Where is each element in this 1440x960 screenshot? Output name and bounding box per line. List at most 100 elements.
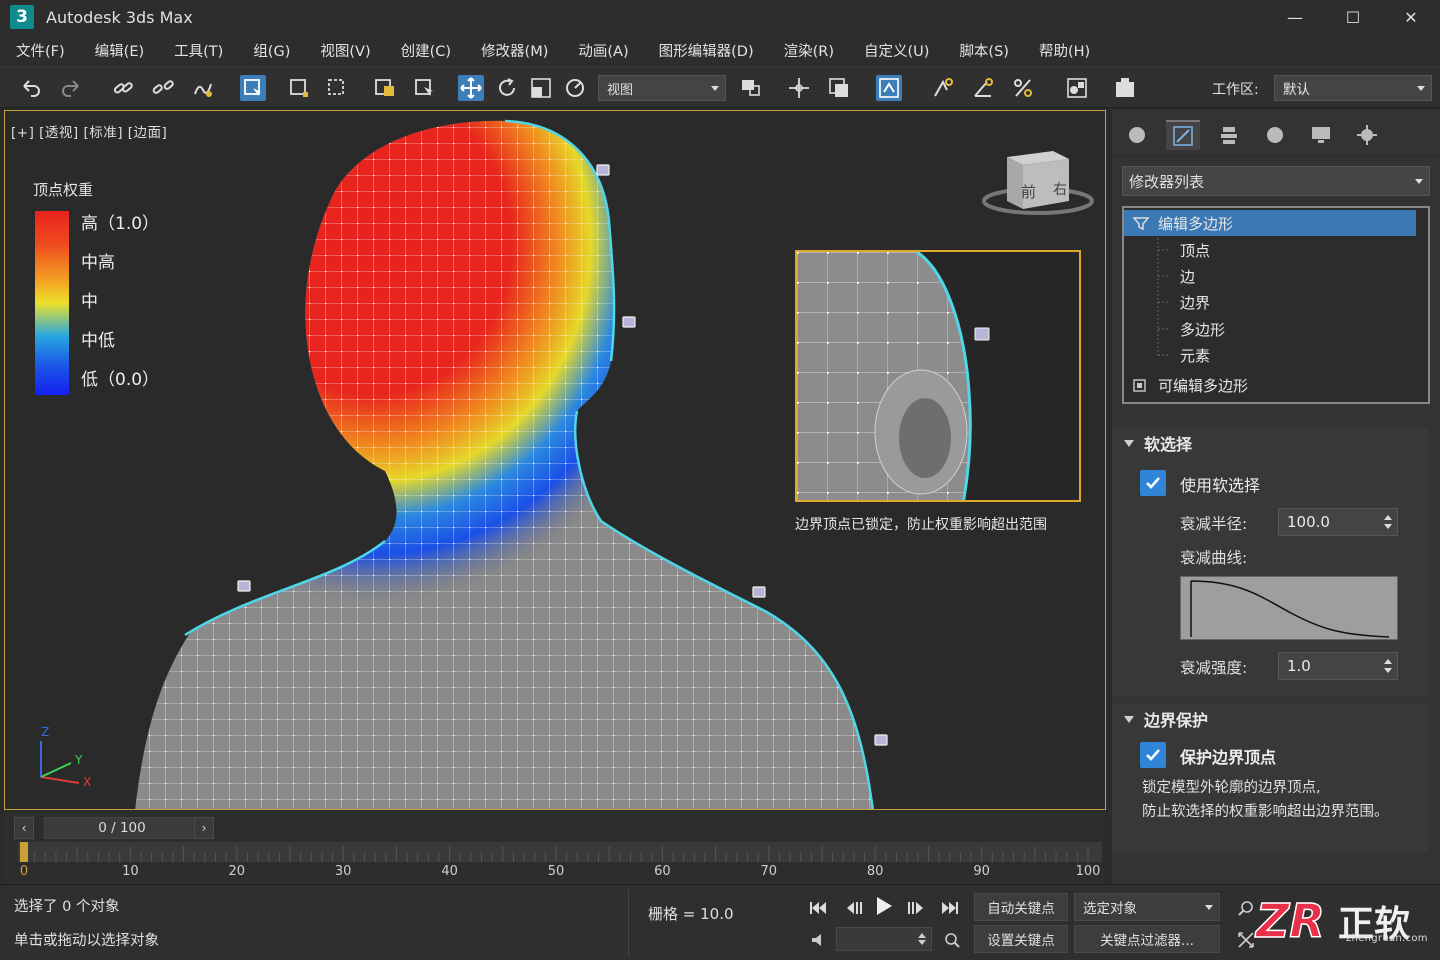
viewport-label[interactable]: [+] [透视] [标准] [边面] bbox=[11, 121, 167, 141]
unlink-icon[interactable] bbox=[150, 75, 176, 101]
utilities-icon bbox=[1357, 125, 1377, 145]
minimize-button[interactable]: — bbox=[1266, 0, 1324, 34]
tab-motion[interactable] bbox=[1258, 120, 1292, 150]
chevron-down-icon bbox=[1415, 179, 1423, 184]
close-button[interactable]: ✕ bbox=[1382, 0, 1440, 34]
tab-create[interactable] bbox=[1120, 120, 1154, 150]
workspace-dropdown[interactable]: 默认 bbox=[1274, 75, 1432, 101]
menu-help[interactable]: 帮助(H) bbox=[1039, 40, 1090, 61]
stack-item-edit-poly[interactable]: 编辑多边形 bbox=[1124, 210, 1416, 236]
falloff-strength-spinner[interactable]: 1.0 bbox=[1278, 652, 1398, 680]
menu-group[interactable]: 组(G) bbox=[253, 40, 290, 61]
move-icon[interactable] bbox=[458, 75, 484, 101]
boundary-protect-rollout: 边界保护 保护边界顶点 锁定模型外轮廓的边界顶点, 防止软选择的权重影响超出边界… bbox=[1112, 704, 1428, 852]
named-selection-icon[interactable] bbox=[1064, 75, 1090, 101]
status-divider bbox=[628, 889, 629, 957]
tab-modify[interactable] bbox=[1166, 120, 1200, 150]
soft-selection-header[interactable]: 软选择 bbox=[1112, 428, 1428, 458]
menu-animation[interactable]: 动画(A) bbox=[578, 40, 628, 61]
key-mode-icon[interactable] bbox=[804, 927, 832, 953]
selected-object-dropdown[interactable]: 选定对象 bbox=[1074, 893, 1220, 921]
tab-hierarchy[interactable] bbox=[1212, 120, 1246, 150]
selected-object-label: 选定对象 bbox=[1083, 901, 1137, 917]
set-key-button[interactable]: 设置关键点 bbox=[974, 925, 1068, 953]
boundary-protect-header[interactable]: 边界保护 bbox=[1112, 704, 1428, 734]
play-icon[interactable] bbox=[870, 893, 898, 919]
select-object-icon[interactable] bbox=[240, 75, 266, 101]
window-controls: — ☐ ✕ bbox=[1266, 0, 1440, 34]
time-slider-next-button[interactable]: › bbox=[194, 817, 214, 839]
snap-toggle-icon[interactable] bbox=[930, 75, 956, 101]
use-soft-selection-checkbox[interactable] bbox=[1140, 470, 1166, 496]
spinner-arrows-icon[interactable] bbox=[917, 931, 927, 947]
go-to-end-icon[interactable] bbox=[936, 895, 964, 921]
window-crossing-icon[interactable] bbox=[324, 75, 350, 101]
protect-boundary-checkbox[interactable] bbox=[1140, 742, 1166, 768]
modifier-list-dropdown[interactable]: 修改器列表 bbox=[1122, 166, 1430, 196]
next-frame-icon[interactable] bbox=[902, 895, 930, 921]
time-slider-prev-button[interactable]: ‹ bbox=[14, 817, 34, 839]
viewcube[interactable]: 前 右 bbox=[981, 143, 1095, 223]
viewcube-right-label[interactable]: 右 bbox=[1053, 179, 1067, 199]
rotate-icon[interactable] bbox=[494, 75, 520, 101]
maximize-button[interactable]: ☐ bbox=[1324, 0, 1382, 34]
current-frame-field[interactable] bbox=[836, 927, 932, 951]
menu-views[interactable]: 视图(V) bbox=[320, 40, 370, 61]
stack-item-editable-poly[interactable]: 可编辑多边形 bbox=[1124, 372, 1416, 398]
menu-create[interactable]: 创建(C) bbox=[401, 40, 451, 61]
select-region-icon[interactable] bbox=[286, 75, 312, 101]
chevron-down-icon bbox=[711, 86, 719, 91]
legend-label-mid-low: 中低 bbox=[81, 331, 115, 351]
menu-modifiers[interactable]: 修改器(M) bbox=[481, 40, 548, 61]
menu-rendering[interactable]: 渲染(R) bbox=[784, 40, 834, 61]
undo-icon[interactable] bbox=[18, 75, 44, 101]
previous-frame-icon[interactable] bbox=[840, 895, 868, 921]
auto-key-button[interactable]: 自动关键点 bbox=[974, 893, 1068, 921]
axis-y-label: Y bbox=[75, 753, 83, 767]
tab-utilities[interactable] bbox=[1350, 120, 1384, 150]
spinner-arrows-icon[interactable] bbox=[1383, 656, 1393, 676]
time-slider-track[interactable]: 0 / 100 bbox=[44, 817, 200, 839]
tab-display[interactable] bbox=[1304, 120, 1338, 150]
menu-scripting[interactable]: 脚本(S) bbox=[959, 40, 1009, 61]
angle-snap-icon[interactable] bbox=[970, 75, 996, 101]
align-icon[interactable] bbox=[876, 75, 902, 101]
viewcube-front-label[interactable]: 前 bbox=[1021, 181, 1036, 202]
time-config-icon[interactable] bbox=[938, 927, 966, 953]
render-setup-icon[interactable] bbox=[1112, 75, 1138, 101]
watermark-subtext: zhengruan.com bbox=[1346, 933, 1428, 944]
track-bar[interactable]: 0 10 20 30 40 50 60 70 80 90 100 bbox=[18, 842, 1102, 880]
menu-tools[interactable]: 工具(T) bbox=[174, 40, 223, 61]
time-slider[interactable]: ‹ 0 / 100 › bbox=[14, 817, 214, 839]
select-and-manipulate-icon[interactable] bbox=[412, 75, 438, 101]
menu-graph-editors[interactable]: 图形编辑器(D) bbox=[659, 40, 754, 61]
percent-snap-icon[interactable] bbox=[1010, 75, 1036, 101]
perspective-viewport[interactable]: Z Y X [+] [透视] [标准] [边面] 顶点权重 高（1.0） 中高 … bbox=[4, 110, 1106, 810]
use-pivot-icon[interactable] bbox=[738, 75, 764, 101]
scale-icon[interactable] bbox=[528, 75, 554, 101]
mirror-icon[interactable] bbox=[826, 75, 852, 101]
bind-spacewarp-icon[interactable] bbox=[190, 75, 216, 101]
go-to-start-icon[interactable] bbox=[804, 895, 832, 921]
track-bar-tick-label: 10 bbox=[122, 864, 139, 879]
menu-customize[interactable]: 自定义(U) bbox=[864, 40, 929, 61]
stack-item-edit-poly-label: 编辑多边形 bbox=[1158, 214, 1234, 233]
stack-sub-border-label: 边界 bbox=[1180, 293, 1211, 312]
link-icon[interactable] bbox=[110, 75, 136, 101]
reference-coordinate-dropdown[interactable]: 视图 bbox=[598, 75, 726, 101]
axis-tripod bbox=[40, 741, 80, 784]
falloff-spinner[interactable]: 100.0 bbox=[1278, 508, 1398, 536]
spinner-arrows-icon[interactable] bbox=[1383, 512, 1393, 532]
rotate-scale-icon[interactable] bbox=[562, 75, 588, 101]
current-frame-marker[interactable] bbox=[20, 842, 28, 862]
menu-edit[interactable]: 编辑(E) bbox=[95, 40, 144, 61]
collapse-triangle-icon bbox=[1124, 439, 1134, 447]
select-and-link-icon[interactable] bbox=[786, 75, 812, 101]
menu-file[interactable]: 文件(F) bbox=[16, 40, 65, 61]
key-filters-button[interactable]: 关键点过滤器... bbox=[1074, 925, 1220, 953]
redo-icon[interactable] bbox=[58, 75, 84, 101]
display-icon bbox=[1312, 127, 1330, 143]
modifier-list-label: 修改器列表 bbox=[1129, 172, 1205, 191]
select-by-name-icon[interactable] bbox=[372, 75, 398, 101]
key-filters-label: 关键点过滤器... bbox=[1100, 933, 1194, 949]
